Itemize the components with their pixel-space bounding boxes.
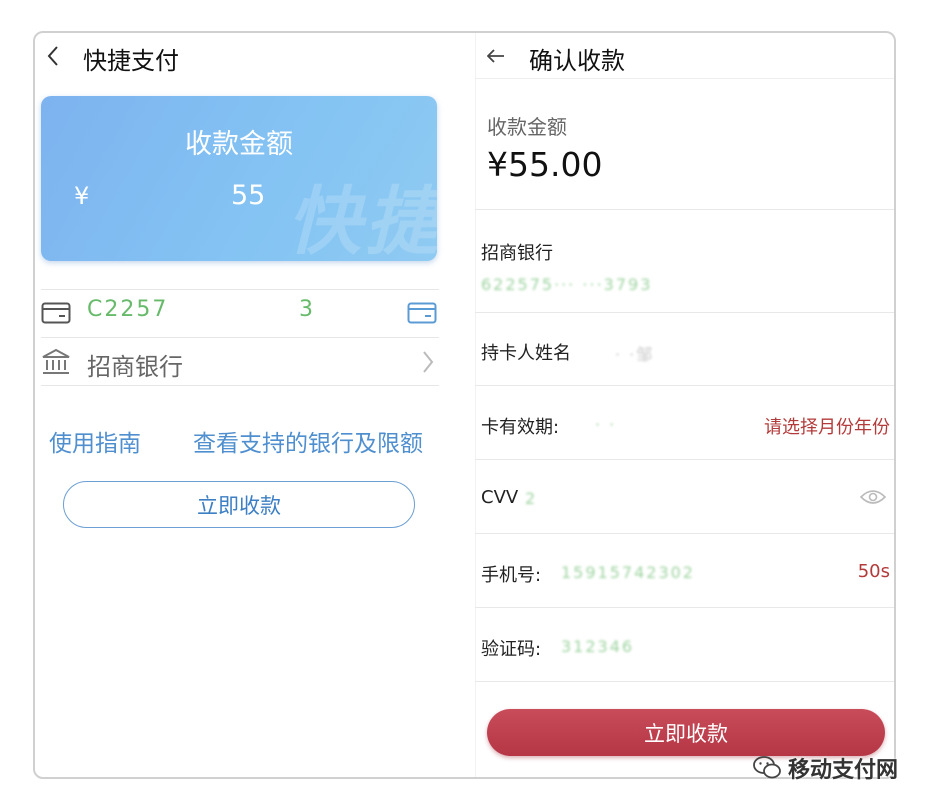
divider	[41, 337, 439, 338]
supported-banks-link[interactable]: 查看支持的银行及限额	[193, 424, 423, 458]
guide-link[interactable]: 使用指南	[49, 424, 141, 458]
phone-input[interactable]: 15915742302	[561, 563, 695, 582]
bank-building-icon	[42, 348, 70, 374]
divider	[475, 607, 894, 608]
verification-code-input[interactable]: 312346	[561, 637, 634, 656]
amount-input[interactable]: 55	[231, 180, 265, 211]
divider	[475, 209, 894, 210]
card-number-row[interactable]: C2257 3	[41, 291, 439, 337]
chevron-left-icon	[47, 46, 58, 66]
cardholder-label: 持卡人姓名	[481, 343, 571, 364]
expiry-label: 卡有效期:	[481, 417, 560, 438]
wechat-icon	[753, 756, 781, 779]
amount-card: 快捷 收款金额 ¥ 55	[41, 96, 437, 261]
card-number-tail: 3	[299, 297, 315, 322]
phone-label: 手机号:	[481, 565, 542, 586]
screenshot-frame: 快捷支付 快捷 收款金额 ¥ 55 C2257 3 招商银行 使用指南 查看支持…	[33, 31, 896, 779]
collect-payment-button[interactable]: 立即收款	[63, 481, 415, 528]
arrow-left-icon	[487, 49, 504, 63]
eye-icon[interactable]	[860, 488, 886, 506]
expiry-select-prompt[interactable]: 请选择月份年份	[764, 413, 890, 439]
cvv-input[interactable]: 2	[525, 489, 537, 508]
expiry-input[interactable]: · ·	[595, 415, 616, 434]
cvv-label: CVV	[481, 487, 519, 508]
bank-select-row[interactable]: 招商银行	[41, 339, 439, 385]
divider	[41, 289, 439, 290]
divider	[475, 533, 894, 534]
cardholder-name-input[interactable]: · ·邹	[615, 341, 654, 365]
quick-pay-panel: 快捷支付 快捷 收款金额 ¥ 55 C2257 3 招商银行 使用指南 查看支持…	[35, 33, 475, 777]
confirm-header: 确认收款	[475, 33, 894, 79]
currency-symbol: ¥	[74, 182, 90, 210]
amount-value: ¥55.00	[487, 145, 603, 184]
divider	[475, 459, 894, 460]
amount-label: 收款金额	[487, 115, 567, 139]
divider	[475, 681, 894, 682]
credit-card-icon	[41, 302, 71, 324]
divider	[41, 385, 439, 386]
bank-name: 招商银行	[481, 243, 553, 264]
card-watermark-text: 快捷	[287, 179, 437, 261]
bank-name: 招商银行	[87, 353, 183, 381]
credit-card-icon[interactable]	[407, 302, 437, 324]
quick-pay-header: 快捷支付	[35, 33, 475, 79]
source-watermark: 移动支付网	[752, 752, 898, 784]
back-button[interactable]	[39, 39, 67, 73]
privacy-mask	[181, 299, 301, 329]
bank-card-number: 622575··· ···3793	[481, 275, 653, 294]
card-title: 收款金额	[185, 129, 293, 160]
watermark-text: 移动支付网	[788, 758, 899, 783]
verification-code-label: 验证码:	[481, 639, 542, 660]
divider	[475, 385, 894, 386]
chevron-right-icon[interactable]	[421, 349, 435, 375]
page-title: 确认收款	[529, 47, 625, 75]
confirm-collect-button[interactable]: 立即收款	[487, 709, 885, 756]
divider	[475, 312, 894, 313]
back-button[interactable]	[481, 41, 511, 71]
confirm-collection-panel: 确认收款 收款金额 ¥55.00 招商银行 622575··· ···3793 …	[475, 33, 894, 777]
card-number-input[interactable]: C2257	[87, 297, 168, 322]
sms-countdown[interactable]: 50s	[858, 561, 890, 582]
page-title: 快捷支付	[83, 47, 179, 75]
